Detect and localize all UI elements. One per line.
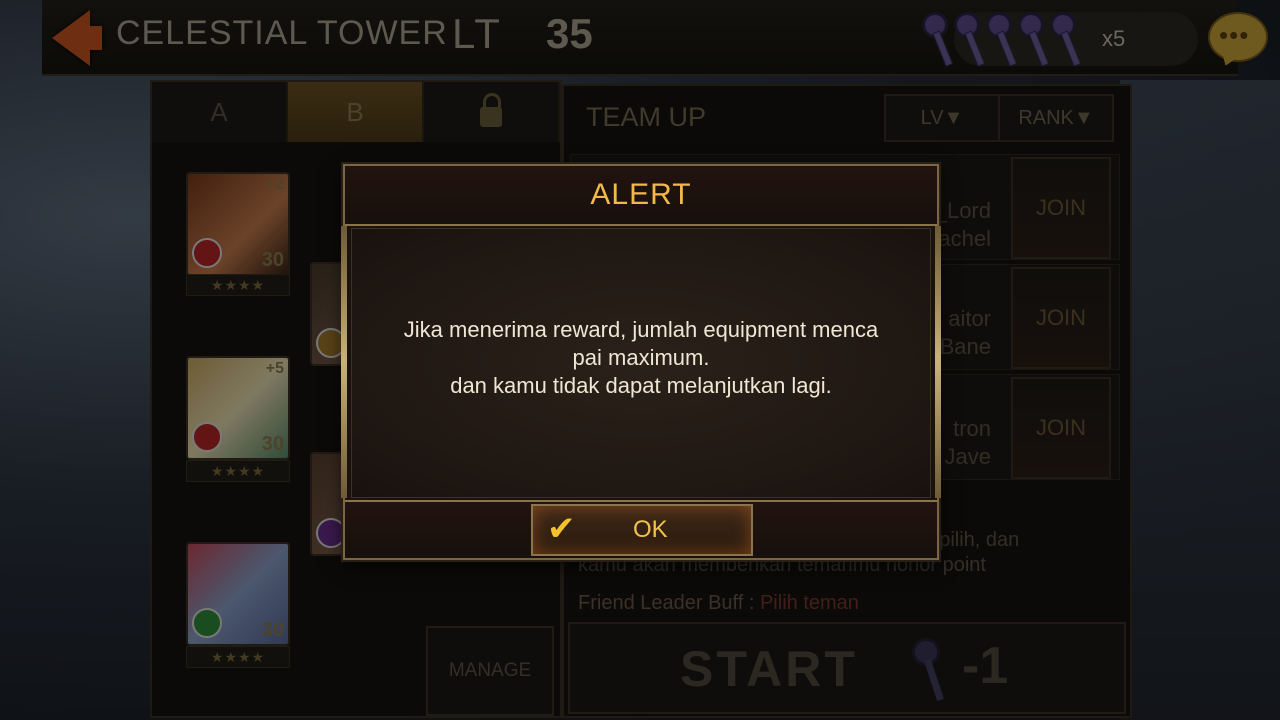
dialog-header: ALERT bbox=[345, 166, 937, 226]
message-line-2: pai maximum. bbox=[572, 345, 710, 370]
alert-dialog: ALERT Jika menerima reward, jumlah equip… bbox=[341, 164, 941, 560]
message-line-1: Jika menerima reward, jumlah equipment m… bbox=[403, 317, 879, 342]
alert-title: ALERT bbox=[590, 178, 692, 211]
dialog-frame-left bbox=[341, 226, 347, 498]
dialog-frame-right bbox=[935, 226, 941, 498]
alert-message: Jika menerima reward, jumlah equipment m… bbox=[365, 316, 917, 400]
checkmark-icon: ✔ bbox=[547, 510, 576, 548]
ok-button[interactable]: ✔ OK bbox=[531, 504, 753, 556]
message-line-3: dan kamu tidak dapat melanjutkan lagi. bbox=[450, 373, 832, 398]
ok-label: OK bbox=[633, 516, 668, 543]
